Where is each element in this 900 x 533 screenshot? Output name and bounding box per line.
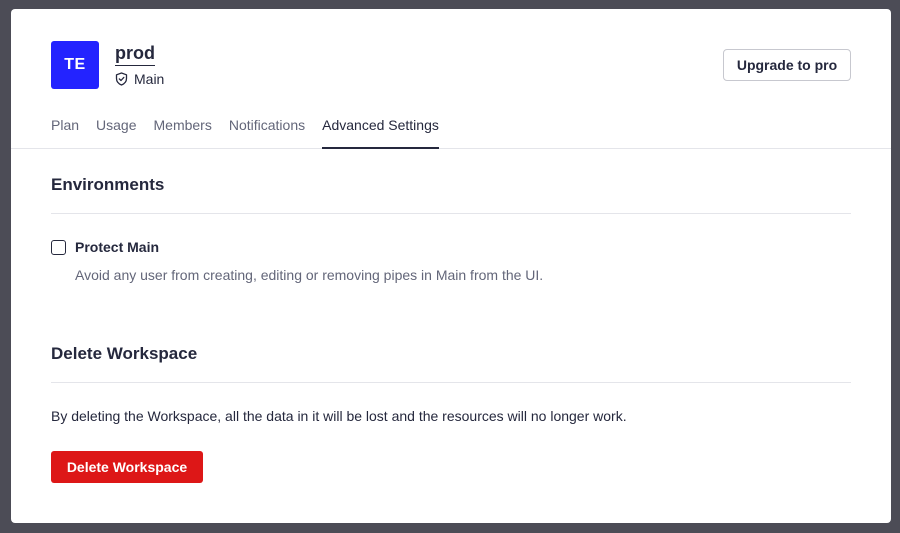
workspace-settings-modal: TE prod Main Upgrade to pro Plan Usage M… [11, 9, 891, 523]
tab-plan[interactable]: Plan [51, 113, 79, 149]
environments-divider [51, 213, 851, 214]
workspace-name[interactable]: prod [115, 42, 155, 66]
protect-main-checkbox[interactable] [51, 239, 66, 255]
delete-workspace-button[interactable]: Delete Workspace [51, 451, 203, 483]
shield-icon [115, 72, 128, 86]
workspace-avatar: TE [51, 41, 99, 89]
delete-workspace-title: Delete Workspace [51, 344, 198, 363]
modal-header: TE prod Main Upgrade to pro Plan Usage M… [11, 9, 891, 149]
settings-tabs: Plan Usage Members Notifications Advance… [51, 113, 456, 149]
upgrade-button[interactable]: Upgrade to pro [723, 49, 851, 81]
protect-main-label: Protect Main [75, 239, 160, 255]
environments-title: Environments [51, 175, 165, 194]
tab-members[interactable]: Members [154, 113, 212, 149]
protect-main-description: Avoid any user from creating, editing or… [75, 267, 544, 283]
delete-workspace-description: By deleting the Workspace, all the data … [51, 408, 627, 424]
tab-advanced-settings[interactable]: Advanced Settings [322, 113, 439, 149]
environment-indicator: Main [115, 71, 164, 87]
protect-main-option[interactable]: Protect Main [51, 239, 159, 255]
tab-usage[interactable]: Usage [96, 113, 136, 149]
tab-notifications[interactable]: Notifications [229, 113, 305, 149]
environment-label: Main [134, 71, 165, 87]
delete-workspace-divider [51, 382, 851, 383]
